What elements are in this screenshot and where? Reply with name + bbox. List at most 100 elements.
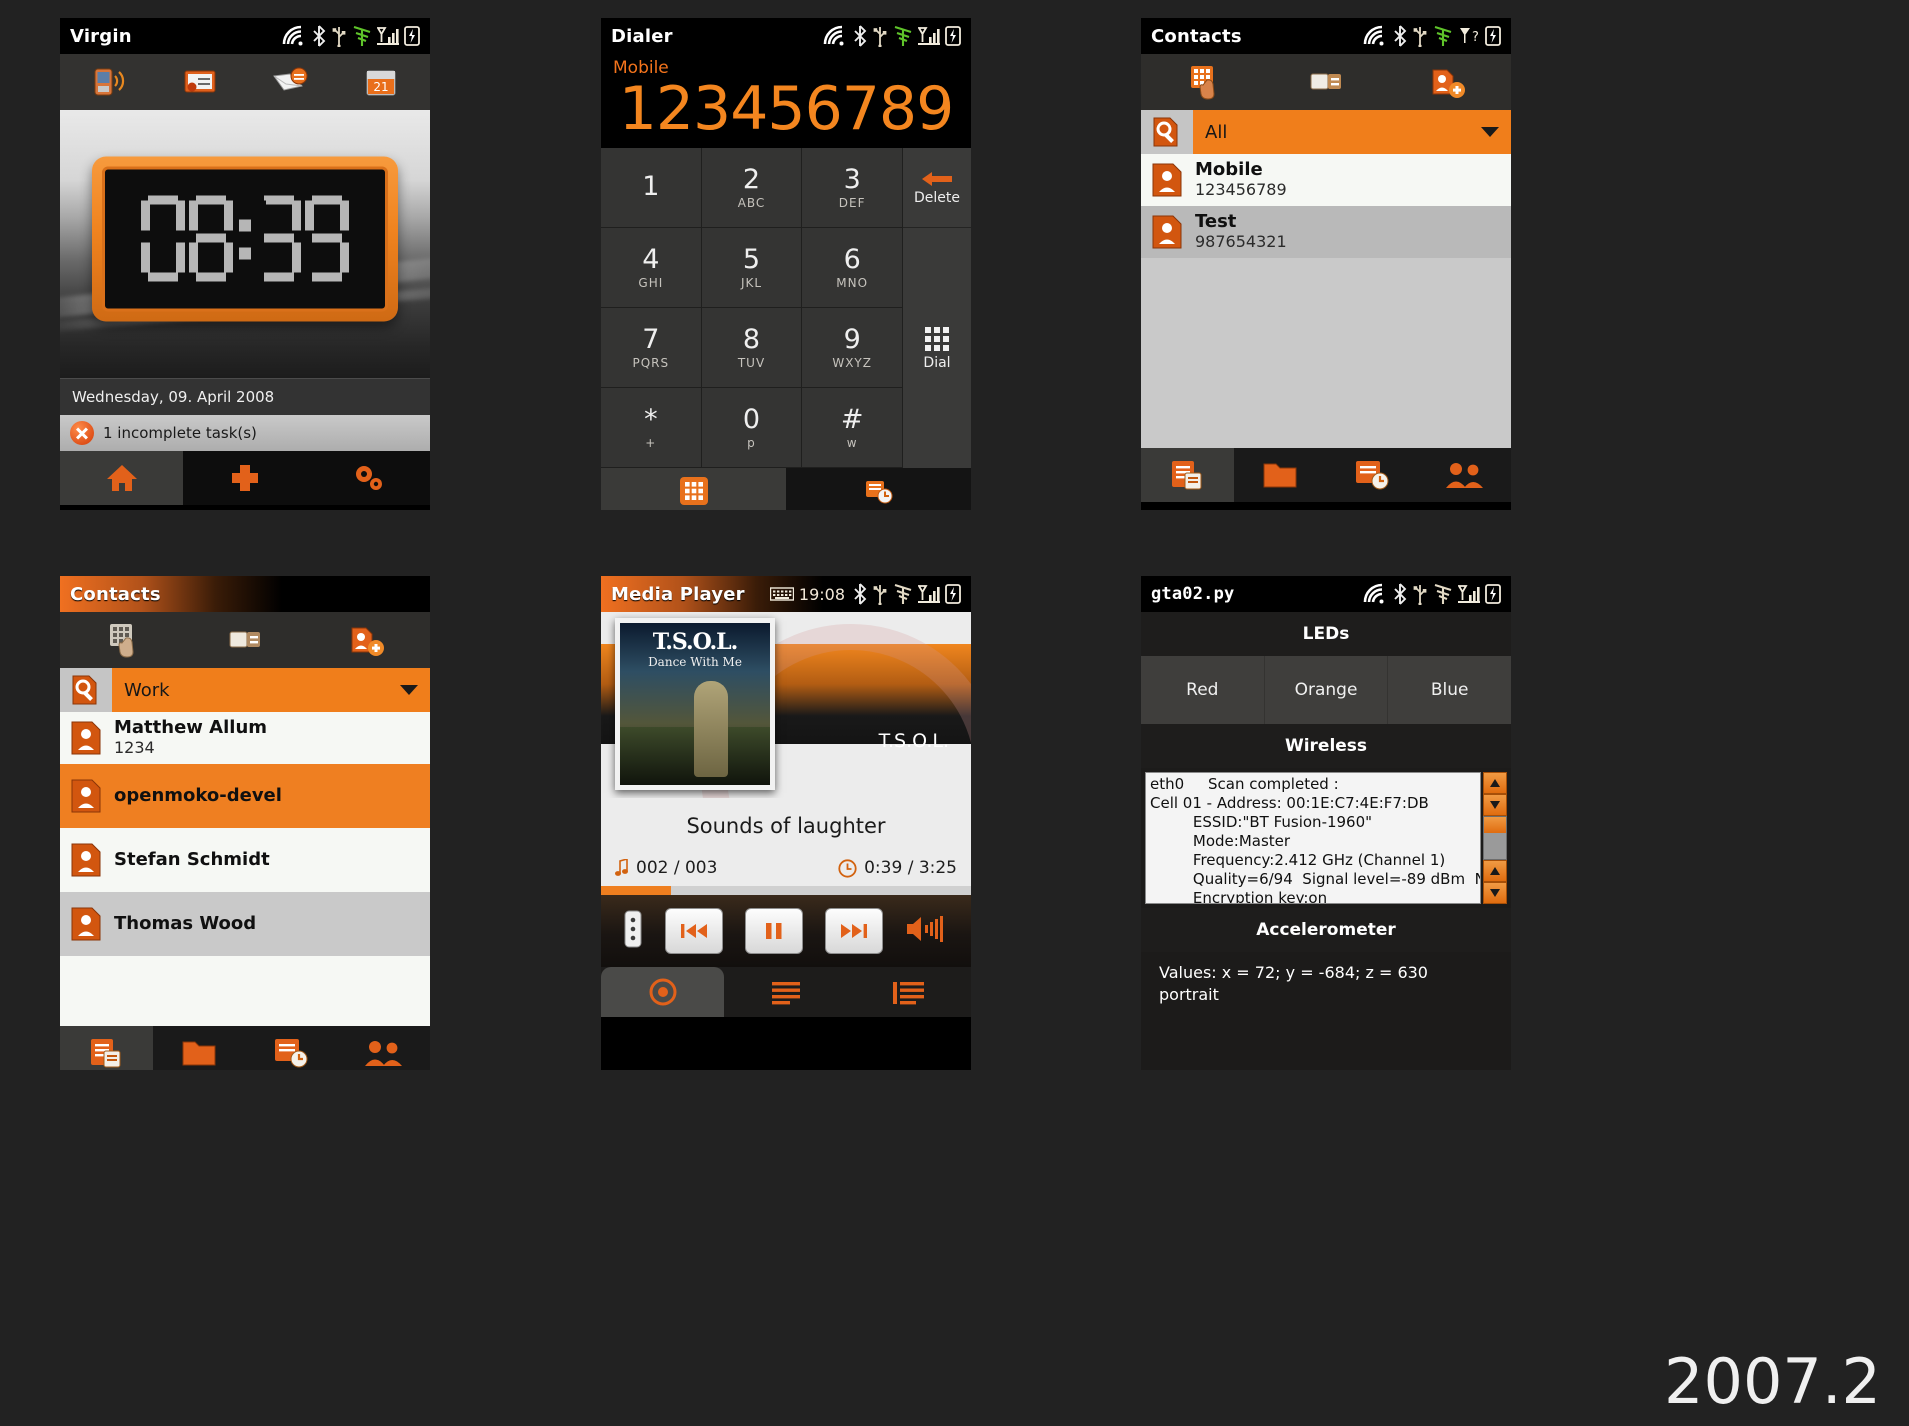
keypad-hand-icon[interactable] bbox=[102, 618, 146, 662]
key-letters: MNO bbox=[836, 276, 869, 290]
contact-row[interactable]: openmoko-devel bbox=[60, 764, 430, 828]
tab-folder[interactable] bbox=[153, 1026, 246, 1070]
scroll-down-button[interactable] bbox=[1483, 882, 1507, 904]
key-hash[interactable]: # w bbox=[802, 388, 903, 468]
contacts-all-toolbar[interactable] bbox=[1141, 54, 1511, 110]
contact-details-icon bbox=[91, 1039, 121, 1068]
dialer-status-icons bbox=[822, 25, 961, 47]
contact-row[interactable]: Stefan Schmidt bbox=[60, 828, 430, 892]
dialer-tabs[interactable] bbox=[601, 468, 971, 510]
contacts-work-filter-field[interactable]: Work bbox=[112, 668, 430, 712]
next-button[interactable] bbox=[824, 908, 883, 954]
contacts-all-status-icons: ? bbox=[1362, 25, 1501, 47]
tab-history[interactable] bbox=[1326, 448, 1419, 502]
clock-widget[interactable] bbox=[92, 156, 398, 322]
key-2[interactable]: 2 ABC bbox=[701, 148, 803, 228]
tab-contact-details[interactable] bbox=[1141, 448, 1234, 502]
tab-groups[interactable] bbox=[338, 1026, 431, 1070]
tab-playlist[interactable] bbox=[724, 967, 847, 1017]
tab-recent-calls[interactable] bbox=[786, 468, 971, 510]
home-button[interactable] bbox=[60, 451, 184, 505]
phone-ringing-icon[interactable] bbox=[87, 60, 131, 104]
tab-keypad[interactable] bbox=[601, 468, 786, 510]
contacts-work-toolbar[interactable] bbox=[60, 612, 430, 668]
key-7[interactable]: 7 PQRS bbox=[601, 308, 702, 388]
led-button-orange[interactable]: Orange bbox=[1265, 656, 1389, 724]
keyboard-icon bbox=[769, 587, 794, 601]
scroll-thumb[interactable] bbox=[1484, 817, 1506, 833]
search-icon[interactable] bbox=[60, 673, 112, 707]
key-8[interactable]: 8 TUV bbox=[701, 308, 803, 388]
contacts-all-list[interactable]: Mobile 123456789 Test 987654321 bbox=[1141, 154, 1511, 448]
key-1[interactable]: 1 bbox=[601, 148, 702, 228]
add-contact-icon[interactable] bbox=[344, 618, 388, 662]
calendar-icon[interactable]: 21 bbox=[359, 60, 403, 104]
home-task-row[interactable]: 1 incomplete task(s) bbox=[60, 415, 430, 451]
contact-row[interactable]: Test 987654321 bbox=[1141, 206, 1511, 258]
add-contact-icon[interactable] bbox=[1425, 60, 1469, 104]
chevron-down-icon[interactable] bbox=[1481, 127, 1499, 137]
home-icon-toolbar[interactable]: 21 bbox=[60, 54, 430, 110]
tab-contact-details[interactable] bbox=[60, 1026, 153, 1070]
tab-groups[interactable] bbox=[1419, 448, 1512, 502]
contacts-all-bottom-bar[interactable] bbox=[1141, 448, 1511, 502]
key-5[interactable]: 5 JKL bbox=[701, 228, 803, 308]
add-button[interactable] bbox=[183, 451, 306, 505]
contact-row[interactable]: Thomas Wood bbox=[60, 892, 430, 956]
key-digit: # bbox=[840, 404, 864, 435]
led-button-blue[interactable]: Blue bbox=[1388, 656, 1511, 724]
contacts-all-filter-row[interactable]: All bbox=[1141, 110, 1511, 154]
gta02-led-buttons[interactable]: Red Orange Blue bbox=[1141, 656, 1511, 724]
key-3[interactable]: 3 DEF bbox=[802, 148, 903, 228]
tab-history[interactable] bbox=[245, 1026, 338, 1070]
delete-button[interactable]: Delete bbox=[903, 148, 971, 228]
dialer-side-keys[interactable]: Delete Dial bbox=[903, 148, 971, 468]
contact-row[interactable]: Matthew Allum 1234 bbox=[60, 712, 430, 764]
previous-button[interactable] bbox=[665, 908, 724, 954]
panel-home: Virgin 21 Wednesday, 09. April 2008 1 in… bbox=[60, 18, 430, 510]
led-button-red[interactable]: Red bbox=[1141, 656, 1265, 724]
media-tabs[interactable] bbox=[601, 967, 971, 1017]
dialer-number: 123456789 bbox=[618, 74, 955, 144]
gta02-accelerometer-readout: Values: x = 72; y = -684; z = 630 portra… bbox=[1141, 952, 1511, 1016]
contacts-work-filter-row[interactable]: Work bbox=[60, 668, 430, 712]
key-9[interactable]: 9 WXYZ bbox=[802, 308, 903, 388]
dialer-keys[interactable]: 1 2 ABC 3 DEF 4 GHI 5 JKL 6 MNO 7 PQRS 8 TUV 9W… bbox=[601, 148, 903, 468]
tab-library[interactable] bbox=[848, 967, 971, 1017]
scroll-track[interactable] bbox=[1483, 816, 1507, 860]
tab-now-playing[interactable] bbox=[601, 967, 725, 1017]
gta02-wireless-scrollbar[interactable] bbox=[1483, 772, 1507, 904]
key-6[interactable]: 6 MNO bbox=[802, 228, 903, 308]
dialer-keypad[interactable]: 1 2 ABC 3 DEF 4 GHI 5 JKL 6 MNO 7 PQRS 8 TUV 9W… bbox=[601, 148, 971, 468]
contact-row[interactable]: Mobile 123456789 bbox=[1141, 154, 1511, 206]
contacts-work-bottom-bar[interactable] bbox=[60, 1026, 430, 1070]
volume-button[interactable] bbox=[904, 913, 950, 949]
backspace-arrow-icon bbox=[922, 171, 952, 186]
media-progress-bar[interactable] bbox=[601, 886, 971, 895]
scroll-down-page-button[interactable] bbox=[1483, 860, 1507, 882]
pause-button[interactable] bbox=[744, 908, 803, 954]
gta02-wireless-output[interactable]: eth0 Scan completed : Cell 01 - Address:… bbox=[1145, 772, 1481, 904]
scroll-up-page-button[interactable] bbox=[1483, 794, 1507, 816]
contacts-all-filter-field[interactable]: All bbox=[1193, 110, 1511, 154]
menu-button[interactable] bbox=[622, 906, 644, 956]
contacts-work-list[interactable]: Matthew Allum 1234 openmoko-devel Stefan… bbox=[60, 712, 430, 1026]
settings-button[interactable] bbox=[307, 451, 430, 505]
dial-button[interactable]: Dial bbox=[903, 228, 971, 468]
wifi-icon bbox=[282, 25, 303, 46]
scroll-up-button[interactable] bbox=[1483, 772, 1507, 794]
sim-card-icon[interactable] bbox=[1304, 60, 1348, 104]
keypad-hand-icon[interactable] bbox=[1183, 60, 1227, 104]
search-icon[interactable] bbox=[1141, 115, 1193, 149]
key-0[interactable]: 0p bbox=[701, 388, 803, 468]
email-icon[interactable] bbox=[268, 60, 312, 104]
media-controls[interactable] bbox=[601, 895, 971, 967]
home-bottom-bar[interactable] bbox=[60, 451, 430, 505]
key-4[interactable]: 4 GHI bbox=[601, 228, 702, 308]
dialer-display[interactable]: Mobile 123456789 bbox=[601, 54, 971, 148]
messages-icon[interactable] bbox=[178, 60, 222, 104]
chevron-down-icon[interactable] bbox=[400, 685, 418, 695]
tab-folder[interactable] bbox=[1234, 448, 1327, 502]
key-star[interactable]: * + bbox=[601, 388, 702, 468]
sim-card-icon[interactable] bbox=[223, 618, 267, 662]
